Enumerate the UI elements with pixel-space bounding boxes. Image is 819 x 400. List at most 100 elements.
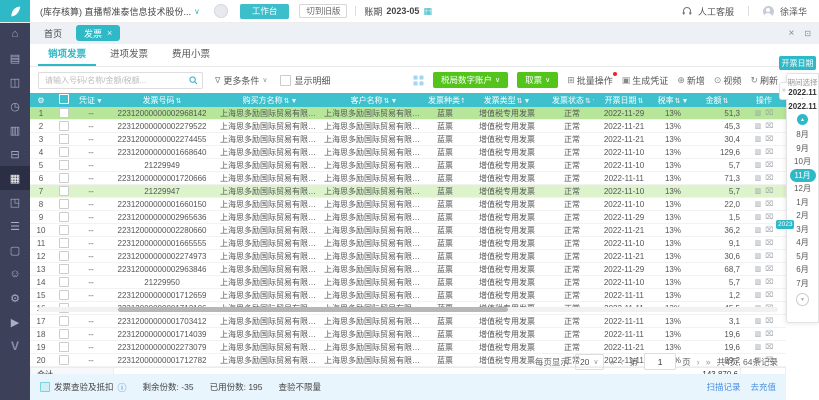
sidebar-item-settings[interactable]: ⚙	[0, 286, 30, 310]
col-header-10[interactable]: 税率⇅▼	[654, 93, 692, 107]
delete-icon[interactable]: ⌧	[765, 110, 773, 117]
col-header-7[interactable]: 发票类型⇅▼	[464, 93, 550, 107]
sidebar-item-invoices[interactable]: ▦	[0, 166, 30, 190]
filter-funnel-icon[interactable]: ▼	[290, 98, 297, 105]
view-voucher-icon[interactable]: ▥	[755, 175, 762, 182]
scroll-up-icon[interactable]: ▲	[797, 114, 808, 125]
subtab-0[interactable]: 销项发票	[38, 44, 96, 66]
col-header-1[interactable]	[52, 93, 76, 107]
view-voucher-icon[interactable]: ▥	[755, 253, 762, 260]
month-9月[interactable]: 9月	[790, 142, 816, 156]
sidebar-item-inventory[interactable]: ◳	[0, 190, 30, 214]
batch-operation-button[interactable]: ⊞ 批量操作	[567, 74, 613, 87]
month-1月[interactable]: 1月	[790, 196, 816, 210]
view-voucher-icon[interactable]: ▥	[755, 149, 762, 156]
sort-icon[interactable]: ⇅	[723, 98, 729, 105]
view-voucher-icon[interactable]: ▥	[755, 123, 762, 130]
view-voucher-icon[interactable]: ▥	[755, 279, 762, 286]
delete-icon[interactable]: ⌧	[765, 240, 773, 247]
sort-icon[interactable]: ⇅	[517, 98, 523, 105]
filter-funnel-icon[interactable]: ▼	[523, 98, 530, 105]
row-checkbox[interactable]	[59, 238, 69, 248]
video-help-button[interactable]: ⊙ 视频	[714, 74, 742, 87]
view-voucher-icon[interactable]: ▥	[755, 214, 762, 221]
get-ticket-button[interactable]: 取票 ∨	[517, 72, 558, 88]
last-page-icon[interactable]: »	[706, 357, 711, 367]
view-voucher-icon[interactable]: ▥	[755, 318, 762, 325]
row-checkbox[interactable]	[59, 108, 69, 118]
view-voucher-icon[interactable]: ▥	[755, 266, 762, 273]
scroll-down-icon[interactable]: ▼	[796, 293, 809, 306]
recharge-link[interactable]: 去充值	[750, 381, 776, 393]
row-checkbox[interactable]	[59, 199, 69, 209]
company-selector[interactable]: (库存核算) 直播帮准泰信息技术股份... ∨	[40, 5, 200, 18]
switch-old-version-button[interactable]: 切到旧版	[299, 4, 347, 18]
month-8月[interactable]: 8月	[790, 128, 816, 142]
filter-funnel-icon[interactable]: ▼	[592, 98, 594, 105]
tab-home[interactable]: 首页	[30, 27, 76, 40]
col-header-4[interactable]: 购买方名称⇅▼	[218, 93, 322, 107]
view-voucher-icon[interactable]: ▥	[755, 162, 762, 169]
sort-icon[interactable]: ⇅	[585, 98, 591, 105]
row-checkbox[interactable]	[59, 173, 69, 183]
sort-icon[interactable]: ⇅	[384, 98, 390, 105]
delete-icon[interactable]: ⌧	[765, 201, 773, 208]
col-header-8[interactable]: 发票状态⇅▼	[550, 93, 594, 107]
per-page-select[interactable]: 20 ∨	[575, 354, 604, 370]
row-checkbox[interactable]	[59, 355, 69, 365]
month-11月[interactable]: 11月	[790, 169, 816, 183]
sidebar-item-certificates[interactable]: ⊟	[0, 142, 30, 166]
row-checkbox[interactable]	[59, 342, 69, 352]
row-checkbox[interactable]	[59, 277, 69, 287]
month-10月[interactable]: 10月	[790, 155, 816, 169]
filter-funnel-icon[interactable]: ▼	[390, 98, 397, 105]
view-voucher-icon[interactable]: ▥	[755, 110, 762, 117]
subtab-1[interactable]: 进项发票	[100, 44, 158, 66]
page-input[interactable]	[644, 353, 676, 370]
generate-voucher-button[interactable]: ▣ 生成凭证	[622, 74, 669, 87]
show-detail-checkbox[interactable]	[280, 75, 291, 86]
sidebar-item-v-logo[interactable]: V	[0, 334, 30, 358]
sidebar-item-service[interactable]: ☺	[0, 262, 30, 286]
col-header-11[interactable]: 金额⇅	[692, 93, 742, 107]
avatar[interactable]	[763, 6, 774, 17]
view-voucher-icon[interactable]: ▥	[755, 344, 762, 351]
sidebar-item-home[interactable]: ⌂	[0, 22, 30, 46]
panel-collapse-icon[interactable]: »	[779, 82, 788, 100]
first-page-icon[interactable]: «	[610, 357, 615, 367]
row-checkbox[interactable]	[59, 316, 69, 326]
delete-icon[interactable]: ⌧	[765, 279, 773, 286]
row-checkbox[interactable]	[59, 264, 69, 274]
sidebar-item-ledgers[interactable]: ▥	[0, 118, 30, 142]
month-5月[interactable]: 5月	[790, 250, 816, 264]
delete-icon[interactable]: ⌧	[765, 266, 773, 273]
month-12月[interactable]: 12月	[790, 182, 816, 196]
month-4月[interactable]: 4月	[790, 236, 816, 250]
view-voucher-icon[interactable]: ▥	[755, 201, 762, 208]
close-all-icon[interactable]: ×	[788, 28, 794, 39]
more-filters-button[interactable]: ∇ 更多条件 ∨	[215, 74, 268, 87]
sidebar-item-statements[interactable]: ▢	[0, 238, 30, 262]
delete-icon[interactable]: ⌧	[765, 162, 773, 169]
fullscreen-icon[interactable]: ⊡	[804, 29, 811, 38]
delete-icon[interactable]: ⌧	[765, 344, 773, 351]
sidebar-item-vouchers[interactable]: ▤	[0, 46, 30, 70]
view-voucher-icon[interactable]: ▥	[755, 292, 762, 299]
col-header-6[interactable]: 发票种类⇅▼	[426, 93, 464, 107]
delete-icon[interactable]: ⌧	[765, 188, 773, 195]
row-checkbox[interactable]	[59, 134, 69, 144]
search-box[interactable]	[38, 72, 203, 89]
search-icon[interactable]	[189, 76, 198, 85]
tab-invoice[interactable]: 发票 ×	[76, 25, 120, 41]
col-header-0[interactable]: ⚙	[30, 93, 52, 107]
sort-icon[interactable]: ⇅	[675, 98, 681, 105]
row-checkbox[interactable]	[59, 329, 69, 339]
col-header-9[interactable]: 开票日期⇅	[594, 93, 654, 107]
tax-digital-account-button[interactable]: 税局数字账户 ∨	[433, 72, 508, 88]
sort-icon[interactable]: ⇅	[638, 98, 644, 105]
sidebar-item-reports[interactable]: ◫	[0, 70, 30, 94]
period-to[interactable]: 2022.11	[788, 102, 816, 111]
support-link[interactable]: 人工客服	[698, 5, 734, 18]
delete-icon[interactable]: ⌧	[765, 331, 773, 338]
view-voucher-icon[interactable]: ▥	[755, 227, 762, 234]
